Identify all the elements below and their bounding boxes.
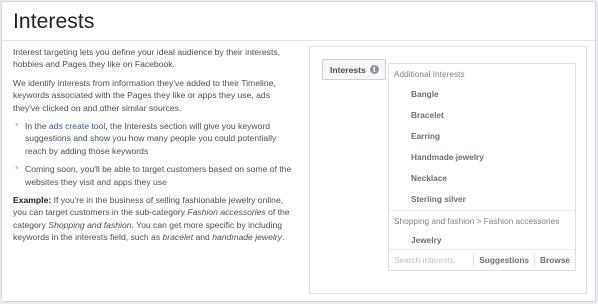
interests-button-label: Interests (330, 64, 366, 75)
interests-card: Interests Interest targeting lets you de… (1, 1, 596, 302)
identify-paragraph: We identify interests from information t… (13, 77, 276, 113)
description-column: Interest targeting lets you define your … (13, 46, 298, 250)
suggestion-item[interactable]: Necklace (389, 168, 575, 189)
suggestion-item[interactable]: Sterling silver (389, 189, 575, 210)
info-icon[interactable]: i (369, 65, 379, 74)
example-term: handmade jewelry (212, 232, 282, 243)
example-term: Shopping and fashion (48, 219, 132, 230)
suggestion-item[interactable]: Earring (389, 126, 575, 147)
intro-paragraph: Interest targeting lets you define your … (13, 47, 281, 70)
example-term: bracelet (162, 232, 194, 243)
interests-search-bar: Search interests Suggestions Browse (389, 249, 575, 270)
interests-button[interactable]: Interests i (322, 59, 386, 80)
list-item: • Coming soon, you'll be able to target c… (13, 163, 298, 188)
example-paragraph: Example: If you're in the business of se… (13, 194, 298, 244)
example-text: . (281, 232, 285, 243)
tab-browse[interactable]: Browse (535, 255, 575, 265)
interests-mockup: Interests i Additional Interests Bangle … (309, 46, 587, 294)
bullet2-text: Coming soon, you'll be able to target cu… (25, 164, 292, 187)
suggestion-item[interactable]: Bracelet (389, 105, 575, 126)
list-item: • In the ads create tool, the Interests s… (13, 120, 298, 157)
category-header: Shopping and fashion > Fashion accessori… (389, 210, 575, 230)
page-title: Interests (13, 10, 95, 33)
interests-dropdown: Additional Interests Bangle Bracelet Ear… (388, 63, 576, 271)
feature-list: • In the ads create tool, the Interests s… (13, 120, 298, 188)
example-term: Fashion accessories (187, 207, 266, 218)
ads-create-tool-link[interactable]: ads create tool (49, 121, 105, 131)
bullet-icon: • (15, 163, 19, 175)
title-divider (2, 40, 595, 41)
bullet1-pre: In the (25, 121, 49, 132)
search-input[interactable]: Search interests (389, 255, 473, 265)
additional-interests-header: Additional Interests (394, 69, 465, 79)
example-label: Example: (13, 195, 52, 206)
example-text: and (193, 232, 213, 243)
bullet-icon: • (15, 120, 19, 132)
suggestion-item[interactable]: Jewelry (389, 230, 575, 251)
tab-suggestions[interactable]: Suggestions (474, 255, 534, 265)
suggestion-item[interactable]: Bangle (389, 84, 575, 105)
suggestion-item[interactable]: Handmade jewelry (389, 147, 575, 168)
